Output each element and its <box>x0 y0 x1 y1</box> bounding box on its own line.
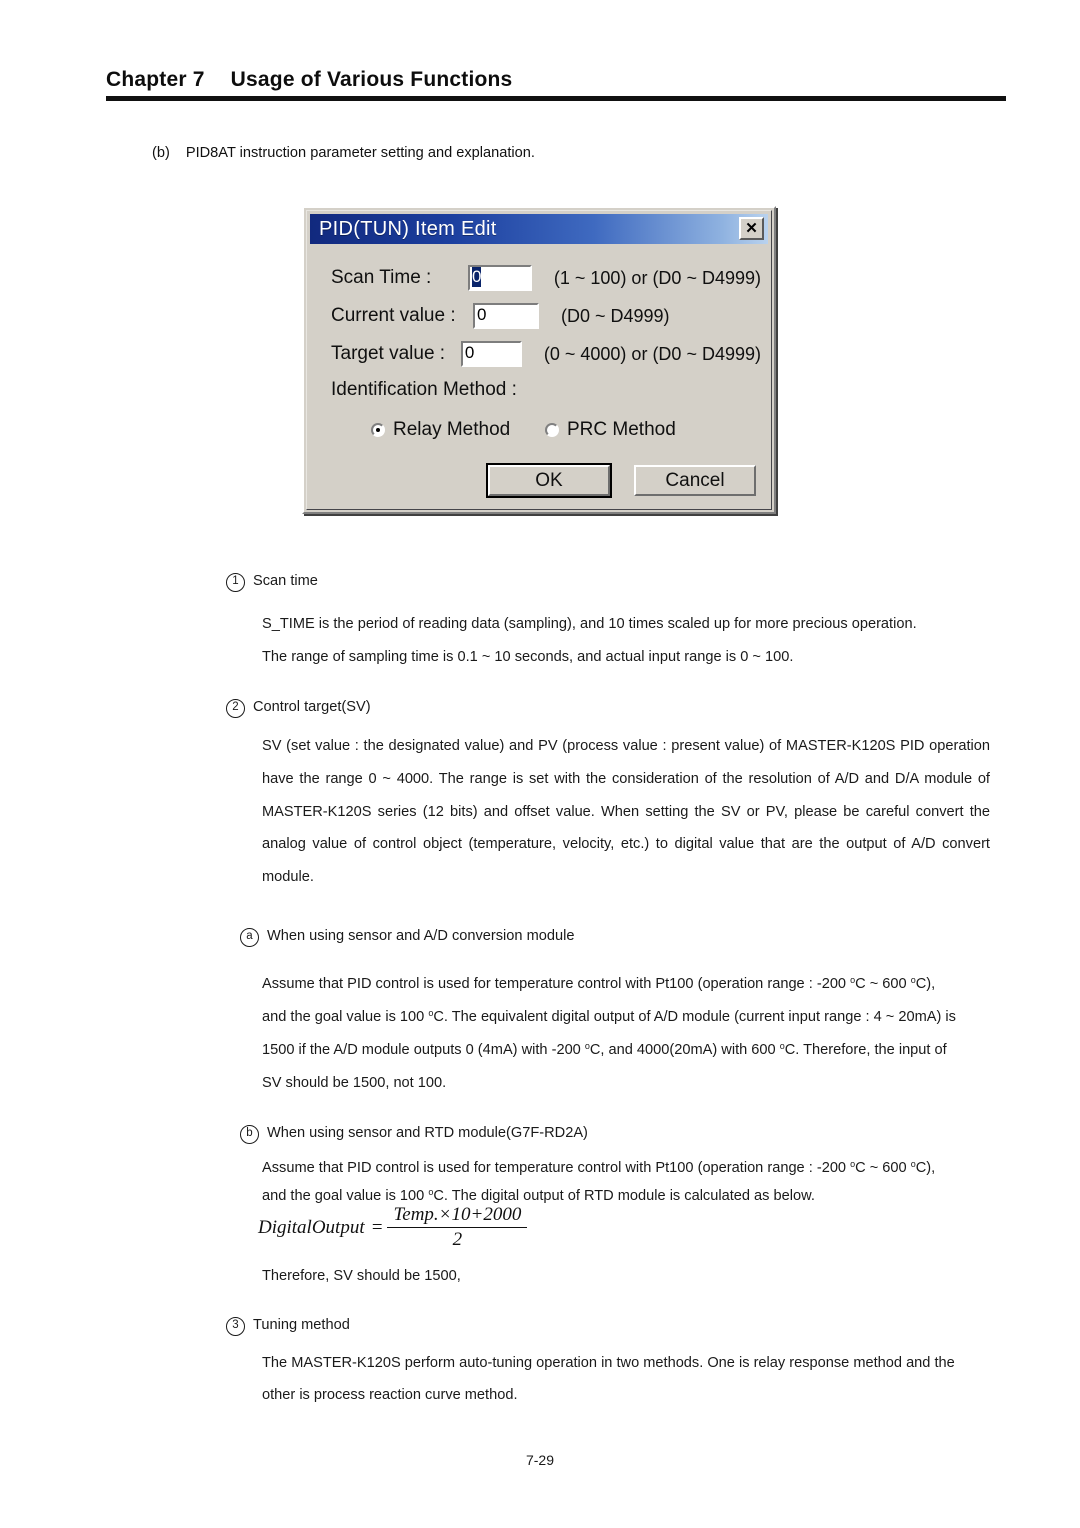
formula-numerator: Temp.×10+2000 <box>387 1204 528 1228</box>
lead-paragraph: (b) PID8AT instruction parameter setting … <box>152 145 535 161</box>
radio-selected-icon[interactable] <box>371 423 385 437</box>
subsection-b-line-1-pre: Assume that PID control is used for temp… <box>262 1160 851 1176</box>
current-value-label: Current value : <box>331 305 456 326</box>
radio-prc-method[interactable]: PRC Method <box>545 419 676 441</box>
digital-output-formula: DigitalOutput = Temp.×10+2000 2 <box>258 1204 528 1251</box>
section-2-heading: 2 Control target(SV) <box>226 696 986 719</box>
subsection-a-heading: a When using sensor and A/D conversion mo… <box>240 925 1000 948</box>
current-value-value: 0 <box>477 305 487 324</box>
dialog-title: PID(TUN) Item Edit <box>319 217 497 240</box>
scan-time-input[interactable]: 0 <box>467 265 532 291</box>
current-value-row: Current value : 0 (D0 ~ D4999) <box>331 301 761 331</box>
section-1-paragraph-1: S_TIME is the period of reading data (sa… <box>262 616 917 632</box>
subsection-b-marker: b <box>240 1125 259 1144</box>
subsection-b-heading: b When using sensor and RTD module(G7F-RD… <box>240 1122 1000 1145</box>
radio-prc-method-label: PRC Method <box>567 419 676 440</box>
target-value-row: Target value : 0 (0 ~ 4000) or (D0 ~ D49… <box>331 339 761 369</box>
chapter-heading: Chapter 7 Usage of Various Functions <box>106 68 1006 92</box>
subsection-a-line-1-pre: Assume that PID control is used for temp… <box>262 976 851 992</box>
subsection-a-line-3: 1500 if the A/D module outputs 0 (4mA) w… <box>262 1039 1002 1062</box>
scan-time-value: 0 <box>471 267 482 287</box>
section-2-body: SV (set value : the designated value) an… <box>262 738 990 886</box>
subsection-a-line-1-post: C), <box>915 976 936 992</box>
header-divider <box>106 96 1006 101</box>
current-value-input[interactable]: 0 <box>473 303 539 329</box>
chapter-number: Chapter 7 <box>106 68 205 91</box>
page-number: 7-29 <box>525 1452 555 1468</box>
subsection-a-marker: a <box>240 928 259 947</box>
subsection-b-line-2-pre: and the goal value is 100 <box>262 1188 429 1204</box>
subsection-b-line-3: Therefore, SV should be 1500, <box>262 1268 461 1284</box>
subsection-a-line-3-pre: 1500 if the A/D module outputs 0 (4mA) w… <box>262 1042 585 1058</box>
formula-denominator: 2 <box>452 1229 463 1250</box>
subsection-a-line-2: and the goal value is 100 oC. The equiva… <box>262 1006 1002 1029</box>
section-1-paragraph-2: The range of sampling time is 0.1 ~ 10 s… <box>262 649 794 665</box>
subsection-a-line-2-post: C. The equivalent digital output of A/D … <box>433 1009 956 1025</box>
section-2-heading-text: Control target(SV) <box>253 699 371 715</box>
dialog-titlebar[interactable]: PID(TUN) Item Edit ✕ <box>310 214 768 244</box>
section-1-marker: 1 <box>226 573 245 592</box>
radio-unselected-icon[interactable] <box>545 423 559 437</box>
section-3-heading: 3 Tuning method <box>226 1314 986 1337</box>
cancel-button[interactable]: Cancel <box>634 465 756 496</box>
page-header: Chapter 7 Usage of Various Functions <box>106 68 1006 101</box>
section-1-heading-text: Scan time <box>253 573 318 589</box>
subsection-b-line-1-mid: C ~ 600 <box>855 1160 911 1176</box>
ok-button[interactable]: OK <box>486 463 612 498</box>
subsection-b-line-1: Assume that PID control is used for temp… <box>262 1157 1002 1180</box>
dialog-inner-frame: PID(TUN) Item Edit ✕ Scan Time : 0 (1 ~ … <box>306 210 772 510</box>
subsection-b-line-2-post: C. The digital output of RTD module is c… <box>433 1188 815 1204</box>
subsection-a-line-2-pre: and the goal value is 100 <box>262 1009 429 1025</box>
section-1-heading: 1 Scan time <box>226 570 986 593</box>
subsection-a-heading-text: When using sensor and A/D conversion mod… <box>267 928 575 944</box>
formula-lhs: DigitalOutput <box>258 1216 365 1238</box>
scan-time-hint: (1 ~ 100) or (D0 ~ D4999) <box>553 267 761 288</box>
radio-relay-method-label: Relay Method <box>393 419 511 440</box>
subsection-a-line-1: Assume that PID control is used for temp… <box>262 973 1002 996</box>
subsection-a-line-3-mid: C, and 4000(20mA) with 600 <box>589 1042 780 1058</box>
subsection-a-line-4: SV should be 1500, not 100. <box>262 1075 447 1091</box>
scan-time-label: Scan Time : <box>331 267 432 288</box>
subsection-a-line-1-mid: C ~ 600 <box>855 976 911 992</box>
section-3-heading-text: Tuning method <box>253 1317 350 1333</box>
page-title: Usage of Various Functions <box>230 68 513 91</box>
close-icon[interactable]: ✕ <box>739 217 764 240</box>
section-2-marker: 2 <box>226 699 245 718</box>
lead-text: PID8AT instruction parameter setting and… <box>185 145 535 161</box>
target-value-label: Target value : <box>331 343 446 364</box>
subsection-b-line-1-post: C), <box>915 1160 936 1176</box>
target-value-value: 0 <box>464 343 475 362</box>
subsection-b-heading-text: When using sensor and RTD module(G7F-RD2… <box>267 1125 588 1141</box>
section-3-paragraph-2: other is process reaction curve method. <box>262 1387 518 1403</box>
subsection-a-line-3-post: C. Therefore, the input of <box>784 1042 947 1058</box>
pid-tun-item-edit-dialog[interactable]: PID(TUN) Item Edit ✕ Scan Time : 0 (1 ~ … <box>302 206 776 514</box>
target-value-hint: (0 ~ 4000) or (D0 ~ D4999) <box>543 343 761 364</box>
lead-marker: (b) <box>152 145 170 161</box>
scan-time-row: Scan Time : 0 (1 ~ 100) or (D0 ~ D4999) <box>331 263 761 293</box>
formula-equals: = <box>370 1216 384 1238</box>
section-3-paragraph-1: The MASTER-K120S perform auto-tuning ope… <box>262 1355 955 1371</box>
identification-method-label: Identification Method : <box>331 379 517 400</box>
radio-relay-method[interactable]: Relay Method <box>371 419 510 441</box>
current-value-hint: (D0 ~ D4999) <box>561 305 670 326</box>
formula-fraction: Temp.×10+2000 2 <box>387 1204 528 1251</box>
target-value-input[interactable]: 0 <box>460 341 522 367</box>
section-3-marker: 3 <box>226 1317 245 1336</box>
